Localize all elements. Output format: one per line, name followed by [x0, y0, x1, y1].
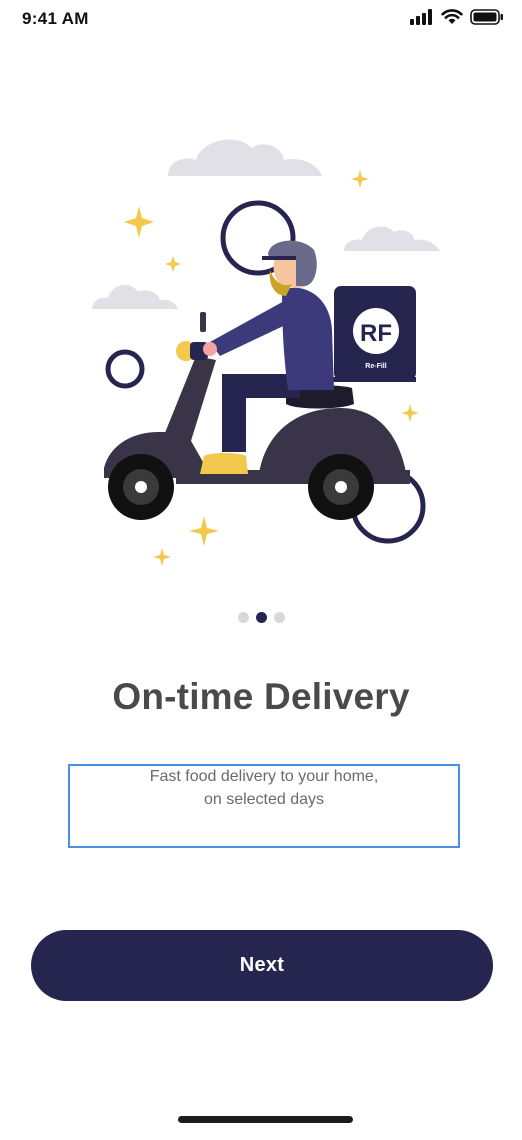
- sparkle-icon: [153, 548, 171, 566]
- ring-decoration: [105, 349, 145, 389]
- page-indicator: [0, 612, 522, 623]
- sparkle-icon: [124, 206, 154, 238]
- description-line-1: Fast food delivery to your home,: [149, 768, 379, 785]
- status-bar: 9:41 AM: [0, 0, 522, 40]
- signal-icon: [410, 9, 432, 25]
- cloud-icon: [168, 139, 322, 176]
- wifi-icon: [441, 9, 463, 24]
- page-dot[interactable]: [237, 612, 249, 623]
- status-time: 9:41 AM: [22, 9, 89, 28]
- home-indicator[interactable]: [178, 1116, 353, 1123]
- scooter-delivery-illustration: RF Re-Fill: [92, 139, 440, 566]
- sparkle-icon: [165, 256, 181, 272]
- sparkle-icon: [189, 516, 219, 546]
- battery-icon: [470, 9, 503, 25]
- box-logo-text: Re-Fill: [365, 363, 386, 370]
- description-box: Fast food delivery to your home, on sele…: [68, 764, 460, 848]
- page-title: On-time Delivery: [112, 676, 410, 717]
- cloud-icon: [344, 226, 440, 251]
- svg-text:RF: RF: [360, 320, 392, 347]
- delivery-box: RF Re-Fill: [330, 286, 416, 382]
- description-line-2: on selected days: [203, 791, 325, 808]
- sparkle-icon: [351, 170, 369, 188]
- next-button[interactable]: Next: [31, 930, 493, 1001]
- page-dot-active[interactable]: [255, 612, 267, 623]
- page-dot[interactable]: [273, 612, 285, 623]
- cloud-icon: [92, 284, 178, 309]
- sparkle-icon: [401, 404, 419, 422]
- status-icons: [410, 9, 504, 25]
